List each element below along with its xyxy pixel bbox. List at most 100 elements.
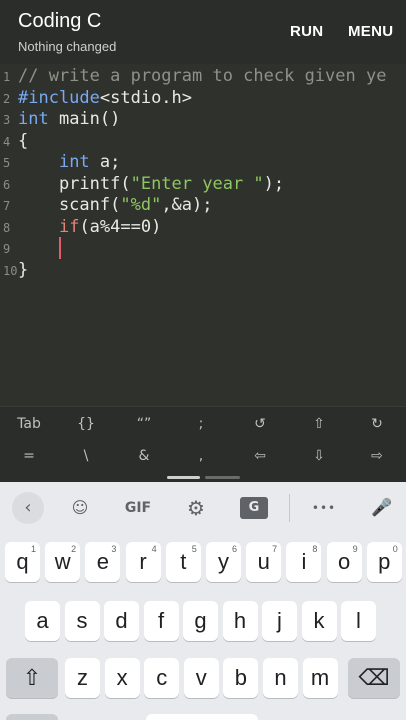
- space-key[interactable]: [146, 714, 258, 720]
- key-z[interactable]: z: [65, 658, 100, 698]
- code-line[interactable]: 9: [0, 237, 406, 259]
- line-number: 9: [3, 242, 11, 256]
- app-subtitle: Nothing changed: [18, 39, 117, 54]
- key-s[interactable]: s: [64, 601, 100, 641]
- key-label: i: [301, 549, 307, 574]
- code-editor[interactable]: 1 // write a program to check given ye 2 #i…: [0, 64, 406, 406]
- key-v[interactable]: v: [183, 658, 219, 698]
- key-h[interactable]: h: [222, 601, 258, 641]
- extra-key[interactable]: ↻: [348, 409, 406, 439]
- key-label: o: [337, 549, 351, 574]
- key-m[interactable]: m: [302, 658, 338, 698]
- extra-key[interactable]: {}: [57, 409, 115, 439]
- code-token: #include: [18, 87, 100, 108]
- code-token: int: [58, 152, 90, 172]
- code-token: int: [18, 109, 49, 129]
- code-text: int main(): [18, 108, 120, 130]
- key-label: u: [257, 549, 270, 574]
- key-n[interactable]: n: [263, 658, 298, 698]
- extra-key[interactable]: =: [0, 441, 58, 471]
- gif-button[interactable]: GIF: [118, 493, 158, 523]
- more-icon[interactable]: •••: [306, 493, 342, 523]
- key-hint: 7: [272, 544, 278, 554]
- extra-key[interactable]: \: [57, 441, 115, 471]
- code-line[interactable]: 7 scanf("%d",&a);: [0, 194, 406, 216]
- code-token: "Enter year ": [130, 173, 264, 194]
- code-token: printf(: [18, 173, 131, 194]
- code-line[interactable]: 1 // write a program to check given ye: [0, 65, 406, 87]
- shift-key[interactable]: ⇧: [6, 658, 58, 698]
- key-hint: 6: [231, 544, 237, 554]
- translate-icon[interactable]: G: [240, 497, 268, 519]
- key-y[interactable]: y6: [206, 542, 241, 582]
- extra-key[interactable]: ,: [172, 441, 230, 471]
- key-b[interactable]: b: [223, 658, 259, 698]
- code-token: }: [18, 259, 29, 280]
- code-text: if(a%4==0): [18, 216, 161, 238]
- code-line[interactable]: 10}: [0, 259, 406, 281]
- line-number: 7: [3, 199, 11, 213]
- key-label: h: [233, 608, 247, 633]
- key-x[interactable]: x: [104, 658, 140, 698]
- key-label: v: [195, 665, 207, 690]
- key-l[interactable]: l: [341, 601, 376, 641]
- code-text: printf("Enter year ");: [18, 173, 284, 195]
- key-j[interactable]: j: [262, 601, 297, 641]
- code-line[interactable]: 5 int a;: [0, 151, 406, 173]
- code-token: if: [58, 216, 80, 237]
- code-token: {: [18, 130, 29, 151]
- key-label: r: [139, 549, 147, 574]
- key-label: j: [277, 608, 282, 633]
- line-number: 4: [3, 134, 11, 149]
- line-number: 8: [3, 220, 11, 235]
- key-u[interactable]: u7: [246, 542, 282, 582]
- code-line[interactable]: 2 #include<stdio.h>: [0, 87, 406, 109]
- sticker-icon[interactable]: ☺: [64, 493, 96, 523]
- code-line[interactable]: 4{: [0, 130, 406, 152]
- key-c[interactable]: c: [144, 658, 180, 698]
- mic-icon[interactable]: 🎤: [366, 493, 398, 523]
- code-token: scanf(: [18, 195, 121, 215]
- key-e[interactable]: e3: [85, 542, 121, 582]
- keyboard-toolbar: ‹ ☺ GIF ⚙ G ••• 🎤: [0, 482, 406, 534]
- key-k[interactable]: k: [301, 601, 337, 641]
- key-a[interactable]: a: [25, 601, 60, 641]
- backspace-key[interactable]: ⌫: [348, 658, 400, 698]
- extra-key[interactable]: “”: [115, 409, 173, 439]
- line-number: 3: [3, 113, 11, 127]
- extra-key[interactable]: ⇧: [290, 409, 348, 439]
- code-line[interactable]: 6 printf("Enter year ");: [0, 173, 406, 195]
- key-i[interactable]: i8: [286, 542, 322, 582]
- extra-key[interactable]: ⇨: [348, 441, 406, 471]
- key-t[interactable]: t5: [165, 542, 201, 582]
- code-line[interactable]: 3 int main(): [0, 108, 406, 130]
- key-p[interactable]: p0: [366, 542, 402, 582]
- extra-key[interactable]: ⇦: [231, 441, 289, 471]
- key-label: k: [313, 608, 325, 633]
- key-o[interactable]: o9: [326, 542, 362, 582]
- extra-key[interactable]: &: [115, 441, 173, 471]
- extra-key[interactable]: ⇩: [290, 441, 348, 471]
- code-line[interactable]: 8 if(a%4==0): [0, 216, 406, 238]
- key-r[interactable]: r4: [125, 542, 161, 582]
- code-token: "%d": [120, 195, 162, 215]
- settings-icon[interactable]: ⚙: [180, 493, 212, 523]
- extra-key[interactable]: ;: [172, 409, 230, 439]
- extra-key[interactable]: ↺: [231, 409, 289, 439]
- key-label: d: [115, 608, 128, 633]
- extra-key[interactable]: Tab: [0, 409, 58, 439]
- key-w[interactable]: w2: [45, 542, 81, 582]
- key-label: l: [356, 608, 361, 633]
- key-hint: 3: [111, 544, 117, 554]
- run-button[interactable]: RUN: [290, 23, 323, 40]
- key-label: c: [156, 665, 168, 690]
- back-icon[interactable]: ‹: [12, 492, 44, 524]
- key-f[interactable]: f: [143, 601, 179, 641]
- key-q[interactable]: q1: [5, 542, 40, 582]
- key-d[interactable]: d: [104, 601, 139, 641]
- menu-button[interactable]: MENU: [348, 23, 393, 40]
- key-g[interactable]: g: [183, 601, 218, 641]
- symbols-key[interactable]: [6, 714, 58, 720]
